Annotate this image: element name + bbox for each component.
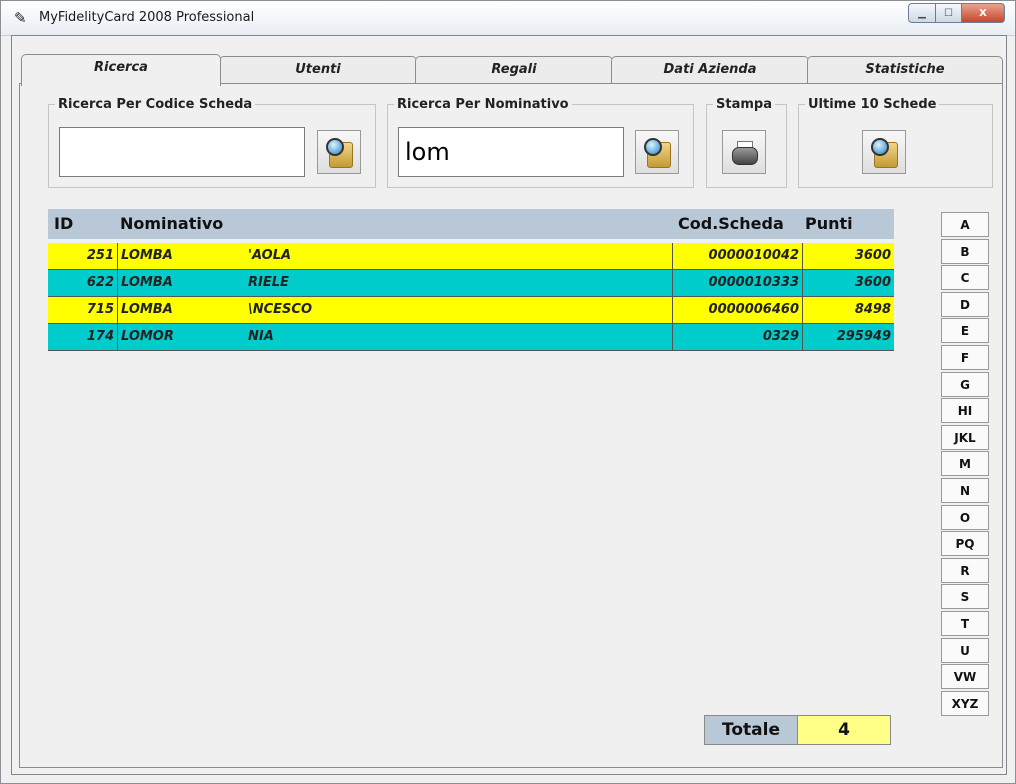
row-points: 3600 bbox=[854, 275, 891, 290]
window-controls: ▁ ☐ X bbox=[908, 3, 1005, 23]
table-row[interactable]: 715 LOMBA \NCESCO 0000006460 8498 bbox=[48, 297, 894, 324]
letter-button[interactable]: B bbox=[941, 238, 989, 264]
letter-button[interactable]: JKL bbox=[941, 424, 989, 450]
tab-ricerca[interactable]: Ricerca bbox=[21, 54, 221, 86]
window-title: MyFidelityCard 2008 Professional bbox=[39, 10, 255, 25]
search-by-code-legend: Ricerca Per Codice Scheda bbox=[58, 97, 253, 112]
letter-button[interactable]: PQ bbox=[941, 531, 989, 557]
tab-dati-azienda[interactable]: Dati Azienda bbox=[611, 56, 809, 83]
search-by-code-button[interactable] bbox=[317, 130, 361, 174]
letter-button[interactable]: O bbox=[941, 504, 989, 530]
row-points: 295949 bbox=[836, 329, 891, 344]
minimize-button[interactable]: ▁ bbox=[908, 3, 936, 23]
title-bar[interactable]: ✎ MyFidelityCard 2008 Professional ▁ ☐ X bbox=[1, 1, 1015, 36]
letter-button[interactable]: T bbox=[941, 610, 989, 636]
letter-button[interactable]: HI bbox=[941, 398, 989, 424]
letter-filter-column: A B C D E F G HI JKL M N O PQ R S T U VW… bbox=[941, 212, 989, 717]
row-name: NIA bbox=[248, 324, 673, 350]
tab-utenti[interactable]: Utenti bbox=[219, 56, 417, 83]
row-id: 622 bbox=[48, 270, 118, 296]
name-search-input[interactable] bbox=[398, 127, 624, 177]
row-id: 174 bbox=[48, 324, 118, 350]
total-value: 4 bbox=[798, 715, 891, 745]
row-surname: LOMOR bbox=[121, 329, 174, 344]
table-row[interactable]: 622 LOMBA RIELE 0000010333 3600 bbox=[48, 270, 894, 297]
letter-button[interactable]: VW bbox=[941, 664, 989, 690]
row-points: 3600 bbox=[854, 248, 891, 263]
row-surname: LOMBA bbox=[121, 275, 173, 290]
row-surname: LOMBA bbox=[121, 302, 173, 317]
print-legend: Stampa bbox=[716, 97, 772, 112]
letter-button[interactable]: D bbox=[941, 291, 989, 317]
tab-statistiche[interactable]: Statistiche bbox=[807, 56, 1003, 83]
search-by-name-legend: Ricerca Per Nominativo bbox=[397, 97, 569, 112]
print-button[interactable] bbox=[722, 130, 766, 174]
last-10-cards-legend: Ultime 10 Schede bbox=[808, 97, 937, 112]
search-icon bbox=[644, 138, 671, 168]
app-logo-icon: ✎ bbox=[14, 9, 27, 27]
table-row[interactable]: 251 LOMBA 'AOLA 0000010042 3600 bbox=[48, 243, 894, 270]
row-card-code: 0329 bbox=[673, 324, 803, 350]
table-row[interactable]: 174 LOMOR NIA 0329 295949 bbox=[48, 324, 894, 351]
row-id: 715 bbox=[48, 297, 118, 323]
letter-button[interactable]: N bbox=[941, 477, 989, 503]
row-id: 251 bbox=[48, 243, 118, 269]
letter-button[interactable]: S bbox=[941, 584, 989, 610]
tab-strip: Ricerca Utenti Regali Dati Azienda Stati… bbox=[19, 54, 1003, 86]
total-label: Totale bbox=[704, 715, 798, 745]
search-icon bbox=[871, 138, 898, 168]
row-name: 'AOLA bbox=[248, 243, 673, 269]
card-code-input[interactable] bbox=[59, 127, 305, 177]
grid-header: ID Nominativo Cod.Scheda Punti bbox=[48, 209, 894, 239]
letter-button[interactable]: M bbox=[941, 451, 989, 477]
column-nominativo[interactable]: Nominativo bbox=[120, 209, 223, 239]
close-button[interactable]: X bbox=[962, 3, 1005, 23]
row-name: RIELE bbox=[248, 270, 673, 296]
app-window: ✎ MyFidelityCard 2008 Professional ▁ ☐ X… bbox=[0, 0, 1016, 784]
row-card-code: 0000010333 bbox=[673, 270, 803, 296]
tab-regali[interactable]: Regali bbox=[415, 56, 613, 83]
column-id[interactable]: ID bbox=[54, 209, 73, 239]
column-cod-scheda[interactable]: Cod.Scheda bbox=[678, 209, 784, 239]
printer-icon bbox=[731, 139, 758, 165]
letter-button[interactable]: XYZ bbox=[941, 690, 989, 716]
letter-button[interactable]: G bbox=[941, 371, 989, 397]
letter-button[interactable]: F bbox=[941, 344, 989, 370]
row-points: 8498 bbox=[854, 302, 891, 317]
column-punti[interactable]: Punti bbox=[805, 209, 853, 239]
row-surname: LOMBA bbox=[121, 248, 173, 263]
letter-button[interactable]: C bbox=[941, 265, 989, 291]
letter-button[interactable]: A bbox=[941, 212, 989, 237]
letter-button[interactable]: U bbox=[941, 637, 989, 663]
row-name: \NCESCO bbox=[248, 297, 673, 323]
row-card-code: 0000006460 bbox=[673, 297, 803, 323]
letter-button[interactable]: R bbox=[941, 557, 989, 583]
search-icon bbox=[326, 138, 353, 168]
row-card-code: 0000010042 bbox=[673, 243, 803, 269]
search-by-name-button[interactable] bbox=[635, 130, 679, 174]
last-10-cards-button[interactable] bbox=[862, 130, 906, 174]
maximize-button[interactable]: ☐ bbox=[936, 3, 962, 23]
letter-button[interactable]: E bbox=[941, 318, 989, 344]
